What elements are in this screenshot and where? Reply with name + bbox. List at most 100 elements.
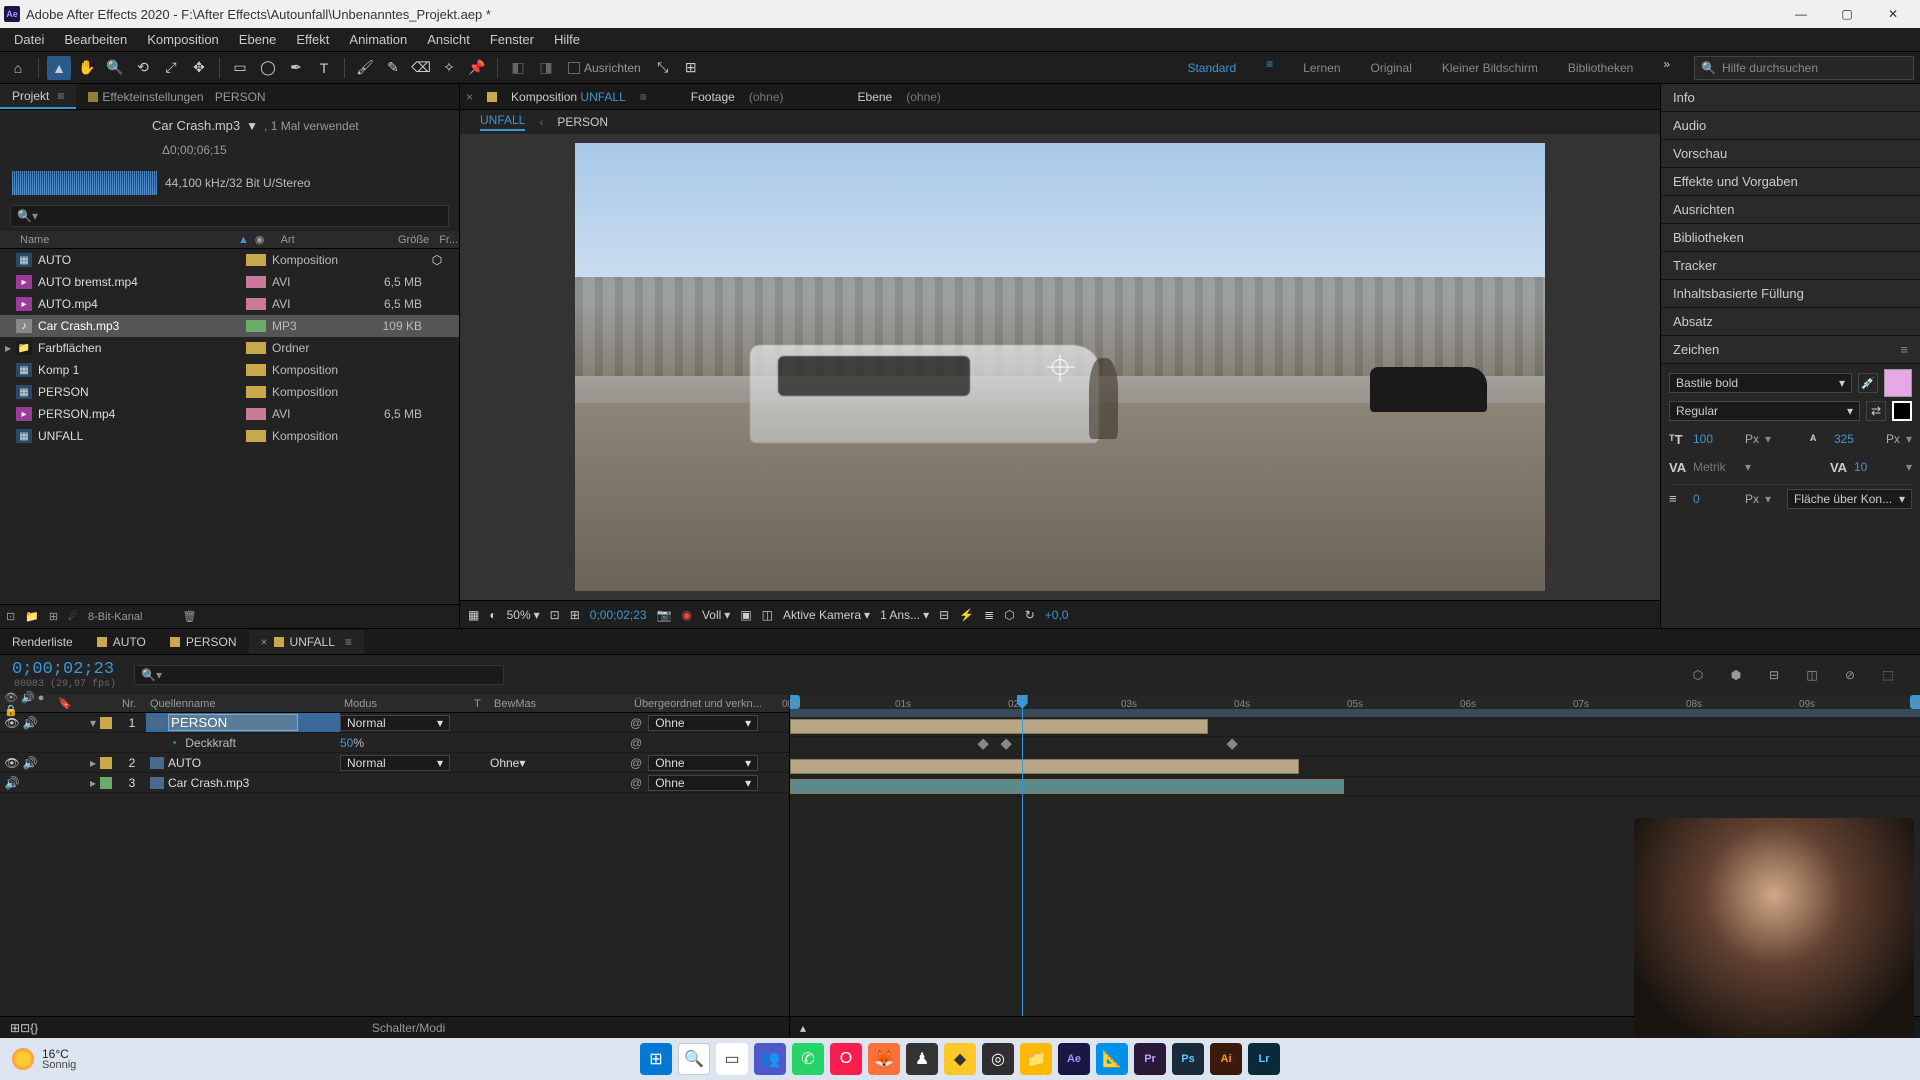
resolution-dropdown[interactable]: Voll ▾ [702, 608, 730, 622]
channels-icon[interactable]: ◉ [681, 608, 691, 622]
time-ruler[interactable]: 00s01s02s03s04s05s06s07s08s09s10s [790, 695, 1920, 717]
teams-icon[interactable]: 👥 [754, 1043, 786, 1075]
camera-dropdown[interactable]: Aktive Kamera ▾ [783, 608, 870, 622]
menu-effekt[interactable]: Effekt [286, 29, 339, 50]
flowchart-icon[interactable]: ⬡ [1004, 608, 1014, 622]
keyframe-icon[interactable] [1226, 739, 1237, 750]
menu-datei[interactable]: Datei [4, 29, 54, 50]
panel-tracker[interactable]: Tracker [1661, 252, 1920, 280]
frame-blend-icon[interactable]: ◫ [1802, 665, 1822, 685]
pickwhip-icon[interactable]: @ [630, 756, 642, 770]
timeline-search[interactable]: 🔍▾ [134, 665, 504, 685]
menu-komposition[interactable]: Komposition [137, 29, 229, 50]
font-style-dropdown[interactable]: Regular▾ [1669, 401, 1860, 421]
workspace-kleiner[interactable]: Kleiner Bildschirm [1442, 57, 1538, 79]
draft3d-icon[interactable]: ⬢ [1726, 665, 1746, 685]
photoshop-icon[interactable]: Ps [1172, 1043, 1204, 1075]
pickwhip-icon[interactable]: @ [630, 716, 642, 730]
timeline-layer-row[interactable]: 🔊 ▸ 3 Car Crash.mp3 @Ohne▾ [0, 773, 789, 793]
clip-bar[interactable] [790, 719, 1208, 734]
visibility-icon[interactable]: 👁 [4, 716, 20, 730]
app-icon-3[interactable]: 📐 [1096, 1043, 1128, 1075]
timeline-track[interactable] [790, 717, 1920, 737]
zoom-tool-icon[interactable]: 🔍 [103, 56, 127, 80]
panel-info[interactable]: Info [1661, 84, 1920, 112]
property-value[interactable]: 50 [340, 736, 353, 750]
snap-grid-icon[interactable]: ⊞ [679, 56, 703, 80]
comp-mini-flowchart-icon[interactable]: ⬡ [1688, 665, 1708, 685]
breadcrumb-person[interactable]: PERSON [557, 115, 608, 129]
motion-blur-icon[interactable]: ⊘ [1840, 665, 1860, 685]
swap-colors-icon[interactable]: ⇄ [1866, 401, 1886, 421]
graph-editor-icon[interactable]: ⬚ [1878, 665, 1898, 685]
transparency-icon[interactable]: ◫ [762, 608, 773, 622]
menu-hilfe[interactable]: Hilfe [544, 29, 590, 50]
zoom-out-icon[interactable]: ▴ [800, 1021, 806, 1035]
timeline-icon[interactable]: ≣ [984, 608, 994, 622]
res-full-icon[interactable]: ⊡ [550, 608, 560, 622]
tracking-value[interactable]: 10 [1854, 460, 1900, 474]
leading-value[interactable]: 325 [1834, 432, 1880, 446]
pixel-aspect-icon[interactable]: ⊟ [939, 608, 949, 622]
hand-tool-icon[interactable]: ✋ [75, 56, 99, 80]
reset-exposure-icon[interactable]: ↻ [1025, 608, 1035, 622]
panel-content-fill[interactable]: Inhaltsbasierte Füllung [1661, 280, 1920, 308]
toggle-mask-icon[interactable]: ◐ [489, 608, 496, 622]
text-tool-icon[interactable]: T [312, 56, 336, 80]
snap-option-icon[interactable]: ⤡ [651, 56, 675, 80]
pen-tool-icon[interactable]: ✒ [284, 56, 308, 80]
project-item[interactable]: ▸ PERSON.mp4 AVI 6,5 MB [0, 403, 459, 425]
clip-bar[interactable] [790, 779, 1344, 794]
panel-vorschau[interactable]: Vorschau [1661, 140, 1920, 168]
parent-dropdown[interactable]: Ohne▾ [648, 755, 758, 771]
shy-icon[interactable]: ⊟ [1764, 665, 1784, 685]
fast-preview-icon[interactable]: ⚡ [959, 608, 974, 622]
clip-bar[interactable] [790, 759, 1299, 774]
close-button[interactable]: ✕ [1870, 0, 1916, 28]
workspace-bibliotheken[interactable]: Bibliotheken [1568, 57, 1633, 79]
pickwhip-icon[interactable]: @ [630, 736, 642, 750]
obs-icon[interactable]: ◎ [982, 1043, 1014, 1075]
switcher-modes-button[interactable]: Schalter/Modi [372, 1021, 445, 1035]
stroke-color-swatch[interactable] [1892, 401, 1912, 421]
whatsapp-icon[interactable]: ✆ [792, 1043, 824, 1075]
selection-tool-icon[interactable]: ▲ [47, 56, 71, 80]
panel-paragraph[interactable]: Absatz [1661, 308, 1920, 336]
firefox-icon[interactable]: 🦊 [868, 1043, 900, 1075]
kerning-value[interactable]: Metrik [1693, 460, 1739, 474]
workspace-overflow-icon[interactable]: » [1663, 57, 1670, 79]
font-size-value[interactable]: 100 [1693, 432, 1739, 446]
project-item[interactable]: ▸ AUTO bremst.mp4 AVI 6,5 MB [0, 271, 459, 293]
eraser-tool-icon[interactable]: ⌫ [409, 56, 433, 80]
keyframe-icon[interactable] [978, 739, 989, 750]
after-effects-icon[interactable]: Ae [1058, 1043, 1090, 1075]
playhead[interactable] [1022, 695, 1023, 1038]
menu-animation[interactable]: Animation [339, 29, 417, 50]
roto-tool-icon[interactable]: ✧ [437, 56, 461, 80]
toggle-brackets-icon[interactable]: {} [30, 1021, 38, 1035]
toggle-switches-icon[interactable]: ⊞ [10, 1021, 20, 1035]
help-search[interactable]: 🔍 Hilfe durchsuchen [1694, 56, 1914, 80]
ellipse-tool-icon[interactable]: ◯ [256, 56, 280, 80]
illustrator-icon[interactable]: Ai [1210, 1043, 1242, 1075]
keyframe-icon[interactable] [1000, 739, 1011, 750]
baseline-value[interactable]: 0 [1693, 492, 1739, 506]
menu-ebene[interactable]: Ebene [229, 29, 287, 50]
workspace-lernen[interactable]: Lernen [1303, 57, 1340, 79]
audio-icon[interactable]: 🔊 [22, 716, 38, 730]
project-item[interactable]: ▦ AUTO Komposition ⬡ [0, 249, 459, 271]
tab-renderliste[interactable]: Renderliste [0, 630, 85, 654]
weather-widget[interactable]: 16°C Sonnig [12, 1048, 76, 1071]
project-items-list[interactable]: ▦ AUTO Komposition ⬡ ▸ AUTO bremst.mp4 A… [0, 249, 459, 604]
project-item[interactable]: ▸ AUTO.mp4 AVI 6,5 MB [0, 293, 459, 315]
close-icon[interactable]: × [466, 90, 473, 104]
current-timecode[interactable]: 0;00;02;23 [12, 660, 116, 679]
opera-icon[interactable]: O [830, 1043, 862, 1075]
audio-icon[interactable]: 🔊 [22, 756, 38, 770]
anchor-tool-icon[interactable]: ✥ [187, 56, 211, 80]
comp-icon[interactable]: ⊞ [49, 610, 58, 623]
project-item[interactable]: ♪ Car Crash.mp3 MP3 109 KB [0, 315, 459, 337]
taskbar-search-icon[interactable]: 🔍 [678, 1043, 710, 1075]
timeline-layer-row[interactable]: 👁🔊 ▾ 1 Normal▾ @Ohne▾ [0, 713, 789, 733]
composition-canvas[interactable] [575, 143, 1545, 591]
